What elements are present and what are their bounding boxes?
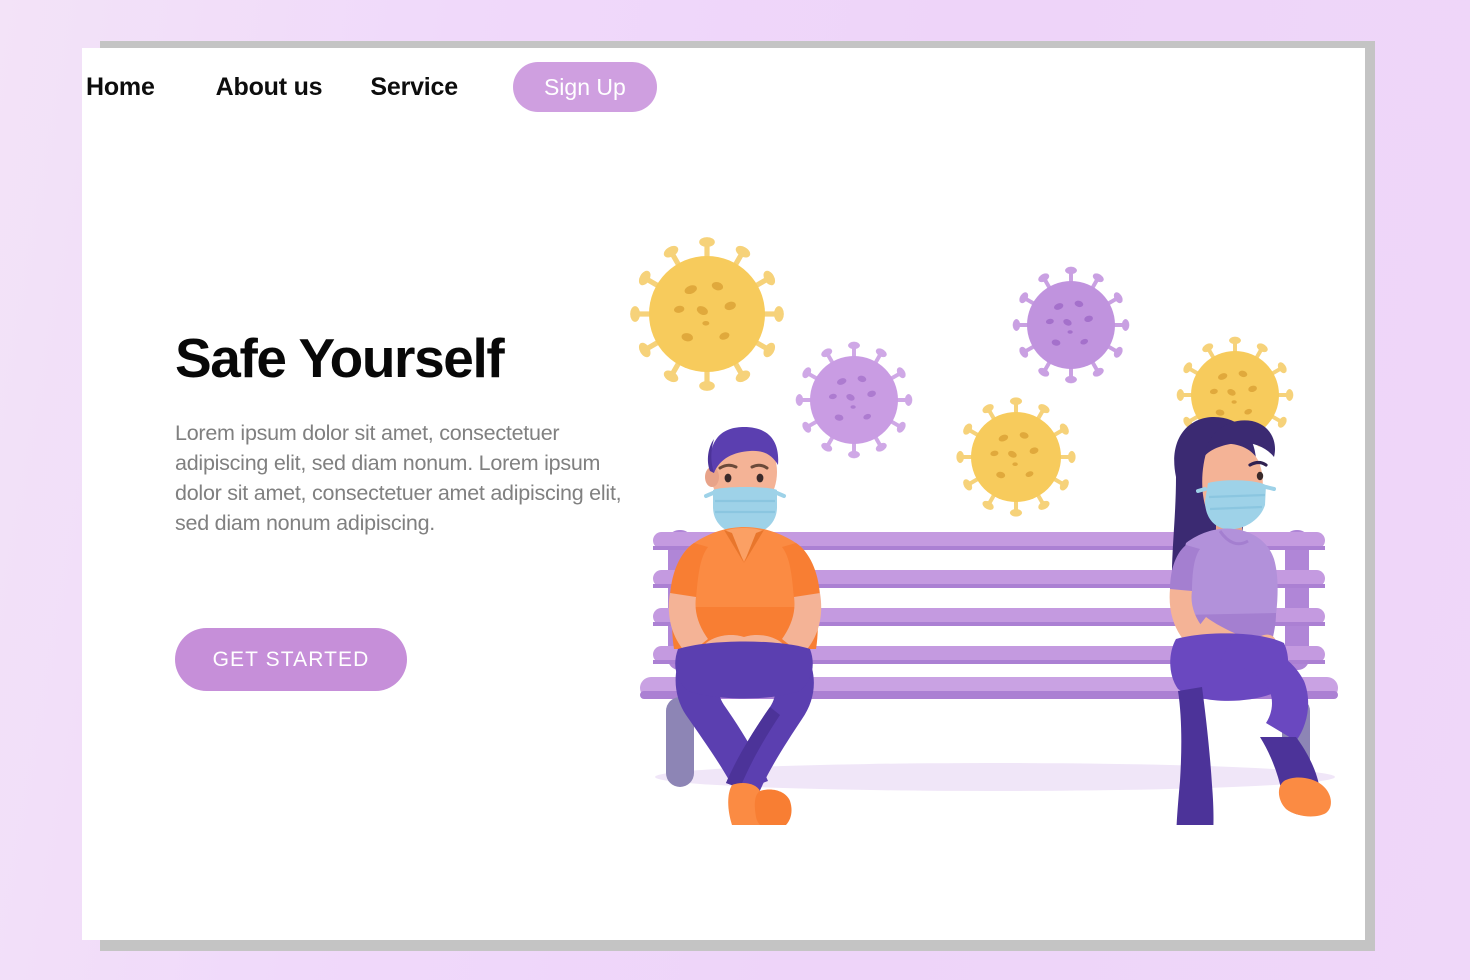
- hero-illustration: [620, 225, 1360, 825]
- virus-yellow-medium-bottom: [956, 397, 1076, 517]
- main-navigation: Home About us Service Sign Up: [86, 62, 657, 112]
- virus-purple-medium-top: [1012, 266, 1130, 384]
- woman-shoe-raised: [1278, 777, 1331, 817]
- nav-link-home[interactable]: Home: [86, 73, 155, 102]
- seated-man: [668, 427, 822, 670]
- page-title: Safe Yourself: [175, 327, 505, 389]
- face-mask-woman: [1205, 480, 1266, 530]
- page-root: Home About us Service Sign Up Safe Yours…: [0, 0, 1470, 980]
- get-started-button[interactable]: GET STARTED: [175, 628, 407, 691]
- hero-description: Lorem ipsum dolor sit amet, consectetuer…: [175, 420, 622, 535]
- virus-purple-medium-left: [795, 341, 913, 459]
- virus-yellow-large: [630, 237, 784, 391]
- nav-link-about-us[interactable]: About us: [216, 73, 323, 102]
- sign-up-button[interactable]: Sign Up: [512, 62, 657, 112]
- seated-man-legs: [675, 641, 814, 825]
- man-shoe-front: [754, 789, 792, 825]
- nav-link-service[interactable]: Service: [370, 73, 458, 102]
- hero-text-block: Safe Yourself Lorem ipsum dolor sit amet…: [175, 327, 645, 538]
